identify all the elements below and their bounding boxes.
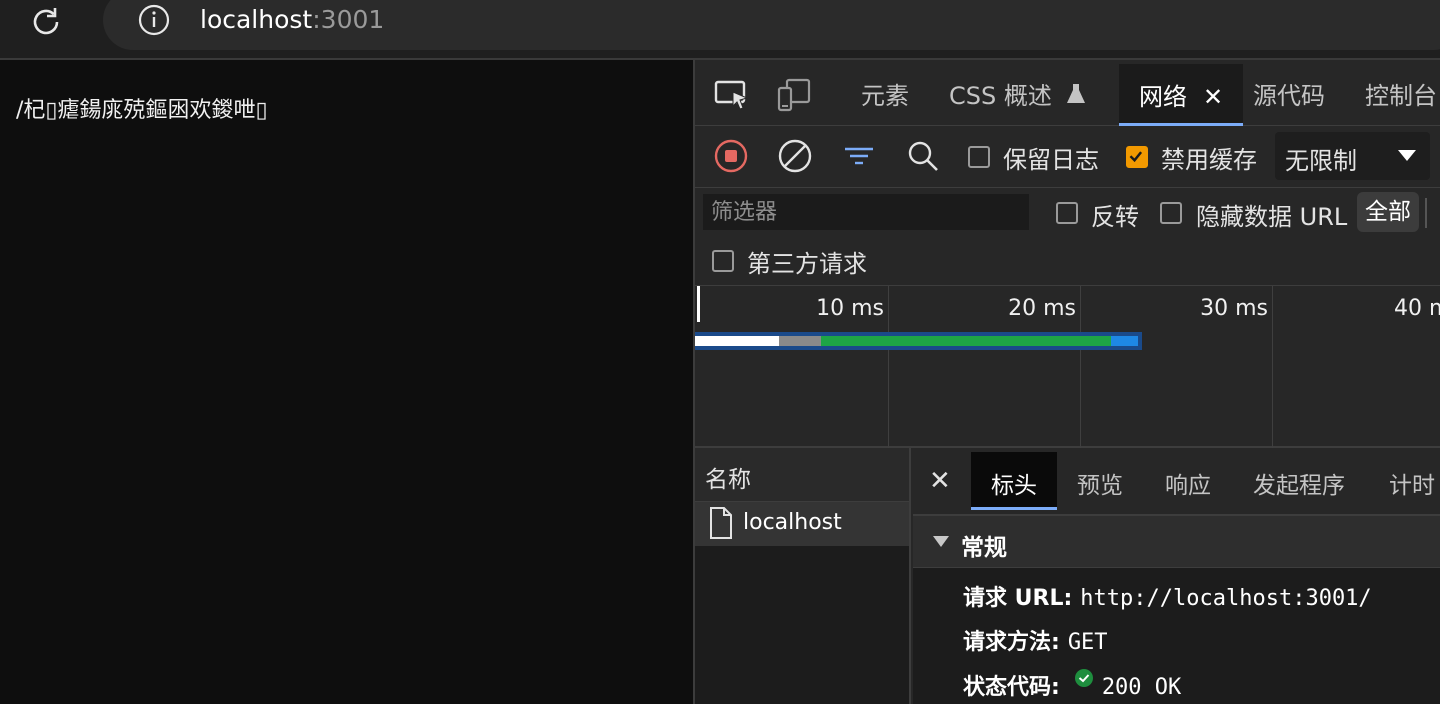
field-key: 状态代码:: [963, 675, 1060, 700]
page-text: /杞▯瘧鍚庣殑鏂囦欢鍐呭▯: [16, 98, 268, 123]
grid-line: [1080, 286, 1081, 448]
chevron-down-icon: [1398, 150, 1416, 161]
tab-response[interactable]: 响应: [1165, 466, 1211, 500]
timeline-cursor[interactable]: [697, 286, 700, 322]
url-port: :3001: [312, 5, 385, 34]
page-viewport: /杞▯瘧鍚庣殑鏂囦欢鍐呭▯: [0, 60, 693, 704]
disable-cache-label: 禁用缓存: [1161, 146, 1257, 174]
waterfall-segment-queueing: [695, 336, 779, 346]
request-url-field: 请求 URL: http://localhost:3001/: [963, 580, 1372, 612]
grid-line: [888, 286, 889, 448]
tab-network[interactable]: 网络 ✕: [1119, 64, 1244, 126]
tab-css-overview[interactable]: CSS 概述: [949, 76, 1086, 111]
device-toolbar-icon[interactable]: [775, 78, 813, 112]
filter-input[interactable]: [703, 194, 1029, 230]
hide-data-urls-label: 隐藏数据 URL: [1196, 203, 1348, 231]
throttling-select[interactable]: 无限制: [1275, 132, 1430, 180]
clear-icon[interactable]: [777, 138, 813, 174]
record-icon[interactable]: [713, 138, 749, 174]
tick-label: 10 ms: [816, 296, 884, 321]
search-icon[interactable]: [905, 138, 941, 174]
network-overview-timeline[interactable]: 10 ms 20 ms 30 ms 40 ms: [695, 286, 1440, 448]
detail-tabbar: ✕ 标头 预览 响应 发起程序 计时: [913, 448, 1440, 516]
invert-checkbox[interactable]: [1056, 202, 1078, 224]
tab-timing[interactable]: 计时: [1389, 466, 1435, 500]
field-value[interactable]: http://localhost:3001/: [1080, 586, 1371, 611]
filter-bar: 反转 隐藏数据 URL 全部: [695, 188, 1440, 242]
request-list: 名称 localhost: [695, 448, 911, 704]
status-code-field: 状态代码: 200 OK: [963, 668, 1181, 701]
field-value[interactable]: 200 OK: [1102, 675, 1181, 700]
tab-sources[interactable]: 源代码: [1253, 76, 1325, 111]
network-toolbar: 保留日志 禁用缓存 无限制: [695, 126, 1440, 188]
request-detail-panel: ✕ 标头 预览 响应 发起程序 计时 常规 请求 URL: http://loca…: [913, 448, 1440, 704]
url-host: localhost: [200, 5, 313, 34]
grid-line: [1272, 286, 1273, 448]
field-key: 请求方法:: [963, 630, 1060, 655]
devtools-panel: 元素 CSS 概述 网络 ✕ 源代码 控制台 保留日志 禁用缓存 无限制 筛选器…: [693, 60, 1440, 704]
address-url[interactable]: localhost:3001: [200, 5, 384, 35]
tab-preview[interactable]: 预览: [1077, 466, 1123, 500]
tab-headers[interactable]: 标头: [971, 452, 1057, 510]
document-icon: [710, 507, 732, 539]
hide-data-urls-checkbox[interactable]: [1160, 202, 1182, 224]
waterfall-segment-waiting: [821, 336, 1111, 346]
name-column-header[interactable]: 名称: [695, 448, 909, 502]
invert-label: 反转: [1091, 203, 1139, 231]
general-section-title: 常规: [961, 535, 1007, 561]
tab-css-overview-label: CSS 概述: [949, 82, 1052, 110]
expand-triangle-icon: [933, 536, 949, 547]
inspect-element-icon[interactable]: [713, 78, 751, 112]
request-row[interactable]: localhost: [695, 502, 909, 546]
request-method-field: 请求方法: GET: [963, 624, 1108, 656]
divider: [1425, 198, 1427, 228]
status-ok-icon: [1074, 669, 1093, 687]
checkmark-icon: [1129, 151, 1143, 163]
general-section-header[interactable]: 常规: [913, 516, 1440, 568]
request-name: localhost: [743, 510, 842, 535]
flask-icon: [1066, 84, 1085, 103]
tab-initiator[interactable]: 发起程序: [1253, 466, 1345, 500]
devtools-tabbar: 元素 CSS 概述 网络 ✕ 源代码 控制台: [695, 60, 1440, 126]
waterfall-segment-download: [1111, 336, 1138, 346]
third-party-row: 第三方请求: [695, 242, 1440, 286]
close-icon[interactable]: ✕: [929, 466, 951, 496]
field-value[interactable]: GET: [1068, 630, 1108, 655]
info-icon[interactable]: [138, 4, 170, 36]
tab-console[interactable]: 控制台: [1365, 76, 1437, 111]
tick-label: 40 ms: [1394, 296, 1440, 321]
browser-toolbar: localhost:3001: [0, 0, 1440, 60]
request-waterfall-bar: [695, 332, 1142, 350]
tick-label: 30 ms: [1200, 296, 1268, 321]
throttling-value: 无限制: [1285, 147, 1357, 175]
tick-label: 20 ms: [1008, 296, 1076, 321]
reload-icon[interactable]: [28, 4, 64, 40]
third-party-label: 第三方请求: [747, 250, 867, 278]
tab-elements[interactable]: 元素: [861, 76, 909, 111]
third-party-checkbox[interactable]: [712, 250, 734, 272]
close-icon[interactable]: ✕: [1203, 83, 1223, 111]
preserve-log-checkbox[interactable]: [968, 146, 990, 168]
filter-all-button[interactable]: 全部: [1357, 192, 1419, 232]
preserve-log-label: 保留日志: [1003, 146, 1099, 174]
disable-cache-checkbox[interactable]: [1126, 146, 1148, 168]
tab-network-label: 网络: [1139, 83, 1187, 111]
field-key: 请求 URL:: [963, 586, 1073, 611]
filter-icon[interactable]: [841, 138, 877, 174]
waterfall-segment-stalled: [779, 336, 821, 346]
